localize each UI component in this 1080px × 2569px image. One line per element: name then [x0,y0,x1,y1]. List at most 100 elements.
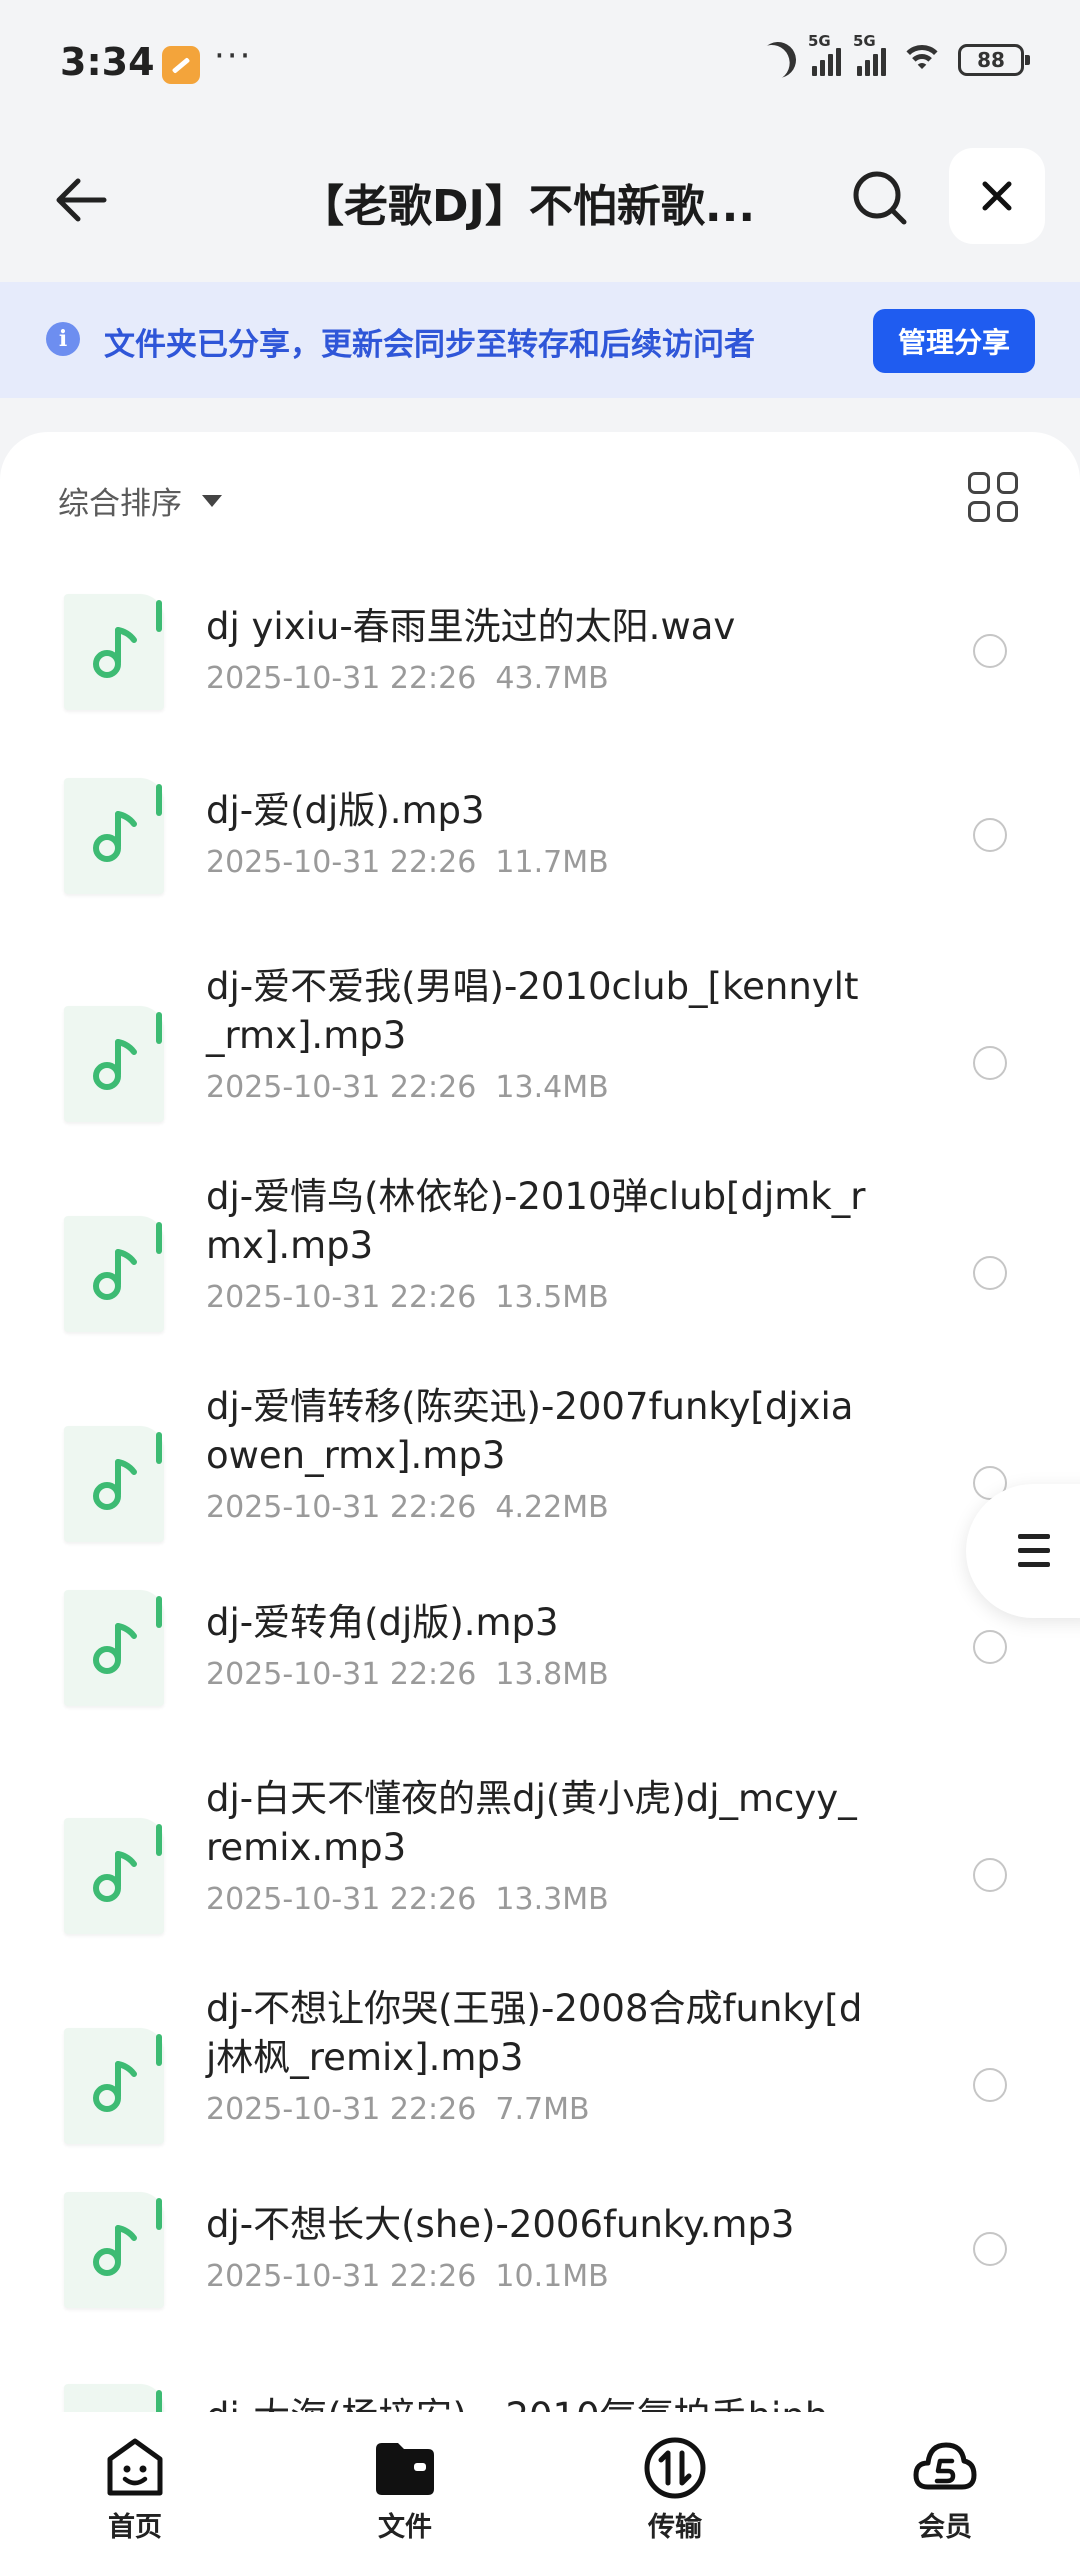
more-notifications-icon: ··· [214,36,253,76]
select-radio[interactable] [973,1858,1007,1892]
file-name: dj-爱不爱我(男唱)-2010club_[kennylt_rmx].mp3 [206,965,859,1057]
nav-label-vip: 会员 [918,2512,972,2543]
cell-signal-icon-2: 5G [853,32,886,76]
file-date: 2025-10-31 22:26 [206,1070,477,1105]
signal-1-label: 5G [808,32,831,50]
nav-item-files[interactable]: 文件 [270,2413,540,2569]
file-meta: 2025-10-31 22:26 13.5MB [206,1280,609,1315]
file-size: 11.7MB [495,845,609,880]
nav-label-transfer: 传输 [648,2512,702,2543]
file-meta: 2025-10-31 22:26 10.1MB [206,2259,609,2294]
file-date: 2025-10-31 22:26 [206,1882,477,1917]
file-date: 2025-10-31 22:26 [206,1490,477,1525]
select-radio[interactable] [973,2068,1007,2102]
search-button[interactable] [840,158,920,238]
file-name: dj yixiu-春雨里洗过的太阳.wav [206,605,736,648]
music-file-icon [64,1006,164,1122]
music-file-icon [64,1818,164,1934]
nav-item-transfer[interactable]: 传输 [540,2413,810,2569]
file-panel: 综合排序 dj yixiu-春雨里洗过的太阳.wav 2025-10-31 22:… [0,432,1080,2432]
transfer-icon [642,2435,708,2501]
file-size: 43.7MB [495,661,609,696]
folder-icon [372,2435,438,2501]
file-size: 4.22MB [495,1490,609,1525]
file-meta: 2025-10-31 22:26 11.7MB [206,845,609,880]
select-radio[interactable] [973,1256,1007,1290]
battery-level: 88 [977,48,1005,72]
sort-dropdown[interactable]: 综合排序 [58,478,222,523]
file-date: 2025-10-31 22:26 [206,661,477,696]
music-file-icon [64,2192,164,2308]
file-meta: 2025-10-31 22:26 13.8MB [206,1657,609,1692]
file-date: 2025-10-31 22:26 [206,1657,477,1692]
file-size: 13.3MB [495,1882,609,1917]
file-date: 2025-10-31 22:26 [206,2092,477,2127]
close-button[interactable] [949,148,1045,244]
file-size: 10.1MB [495,2259,609,2294]
file-name: dj-大海(杨培安)- -2010气氛拍手hiph [206,2392,866,2412]
grid-cell [996,500,1018,522]
file-meta: 2025-10-31 22:26 43.7MB [206,661,609,696]
file-meta: 2025-10-31 22:26 13.4MB [206,1070,609,1105]
cell-signal-icon-1: 5G [808,32,841,76]
grid-cell [996,472,1018,494]
grid-cell [968,472,990,494]
music-file-icon [64,2028,164,2144]
file-date: 2025-10-31 22:26 [206,1280,477,1315]
select-radio[interactable] [973,818,1007,852]
select-radio[interactable] [973,1046,1007,1080]
info-icon: i [46,322,80,356]
file-meta: 2025-10-31 22:26 4.22MB [206,1490,609,1525]
music-file-icon [64,594,164,710]
signal-2-label: 5G [853,32,876,50]
status-indicators: 5G 5G 88 [760,32,1030,78]
music-file-icon [64,1426,164,1542]
file-meta: 2025-10-31 22:26 13.3MB [206,1882,609,1917]
grid-view-button[interactable] [968,472,1018,522]
back-button[interactable] [40,160,120,240]
share-notice-text: 文件夹已分享，更新会同步至转存和后续访问者 [104,327,755,363]
select-radio[interactable] [973,634,1007,668]
bottom-nav: 首页 文件 传输 会员 [0,2413,1080,2569]
file-name: dj-爱情转移(陈奕迅)-2007funky[djxiaowen_rmx].mp… [206,1385,854,1477]
file-name: dj-不想长大(she)-2006funky.mp3 [206,2203,795,2246]
file-size: 13.4MB [495,1070,609,1105]
wifi-icon [900,43,944,77]
page-title: 【老歌DJ】不怕新歌... [300,181,756,232]
nav-label-home: 首页 [108,2512,162,2543]
file-size: 13.5MB [495,1280,609,1315]
nav-label-files: 文件 [378,2512,432,2543]
file-size: 13.8MB [495,1657,609,1692]
file-meta: 2025-10-31 22:26 7.7MB [206,2092,590,2127]
file-name: dj-爱情鸟(林依轮)-2010弹club[djmk_rmx].mp3 [206,1175,866,1267]
file-list: dj yixiu-春雨里洗过的太阳.wav 2025-10-31 22:26 43… [0,552,1080,2412]
manage-share-button[interactable]: 管理分享 [873,309,1035,373]
file-name: dj-爱转角(dj版).mp3 [206,1601,559,1644]
music-file-icon [64,1216,164,1332]
share-notice-banner: i 文件夹已分享，更新会同步至转存和后续访问者 管理分享 [0,282,1080,398]
top-bar: 【老歌DJ】不怕新歌... [0,130,1080,280]
close-icon [982,181,1012,211]
do-not-disturb-icon [754,36,802,84]
nav-item-vip[interactable]: 会员 [810,2413,1080,2569]
battery-icon: 88 [958,44,1030,76]
status-time: 3:34 [60,40,155,84]
home-face-icon [102,2435,168,2501]
caret-down-icon [202,494,222,507]
sort-label: 综合排序 [58,486,182,522]
file-name: dj-不想让你哭(王强)-2008合成funky[dj林枫_remix].mp3 [206,1987,863,2079]
status-bar: 3:34 ··· 5G 5G 88 [0,0,1080,130]
select-radio[interactable] [973,1630,1007,1664]
file-date: 2025-10-31 22:26 [206,845,477,880]
select-radio[interactable] [973,2232,1007,2266]
grid-cell [968,500,990,522]
music-file-icon [64,778,164,894]
file-date: 2025-10-31 22:26 [206,2259,477,2294]
file-name: dj-爱(dj版).mp3 [206,789,485,832]
search-icon [853,171,907,225]
nav-item-home[interactable]: 首页 [0,2413,270,2569]
file-name: dj-白天不懂夜的黑dj(黄小虎)dj_mcyy_remix.mp3 [206,1777,857,1869]
file-size: 7.7MB [495,2092,590,2127]
back-arrow-icon [56,178,107,222]
music-file-icon [64,1590,164,1706]
